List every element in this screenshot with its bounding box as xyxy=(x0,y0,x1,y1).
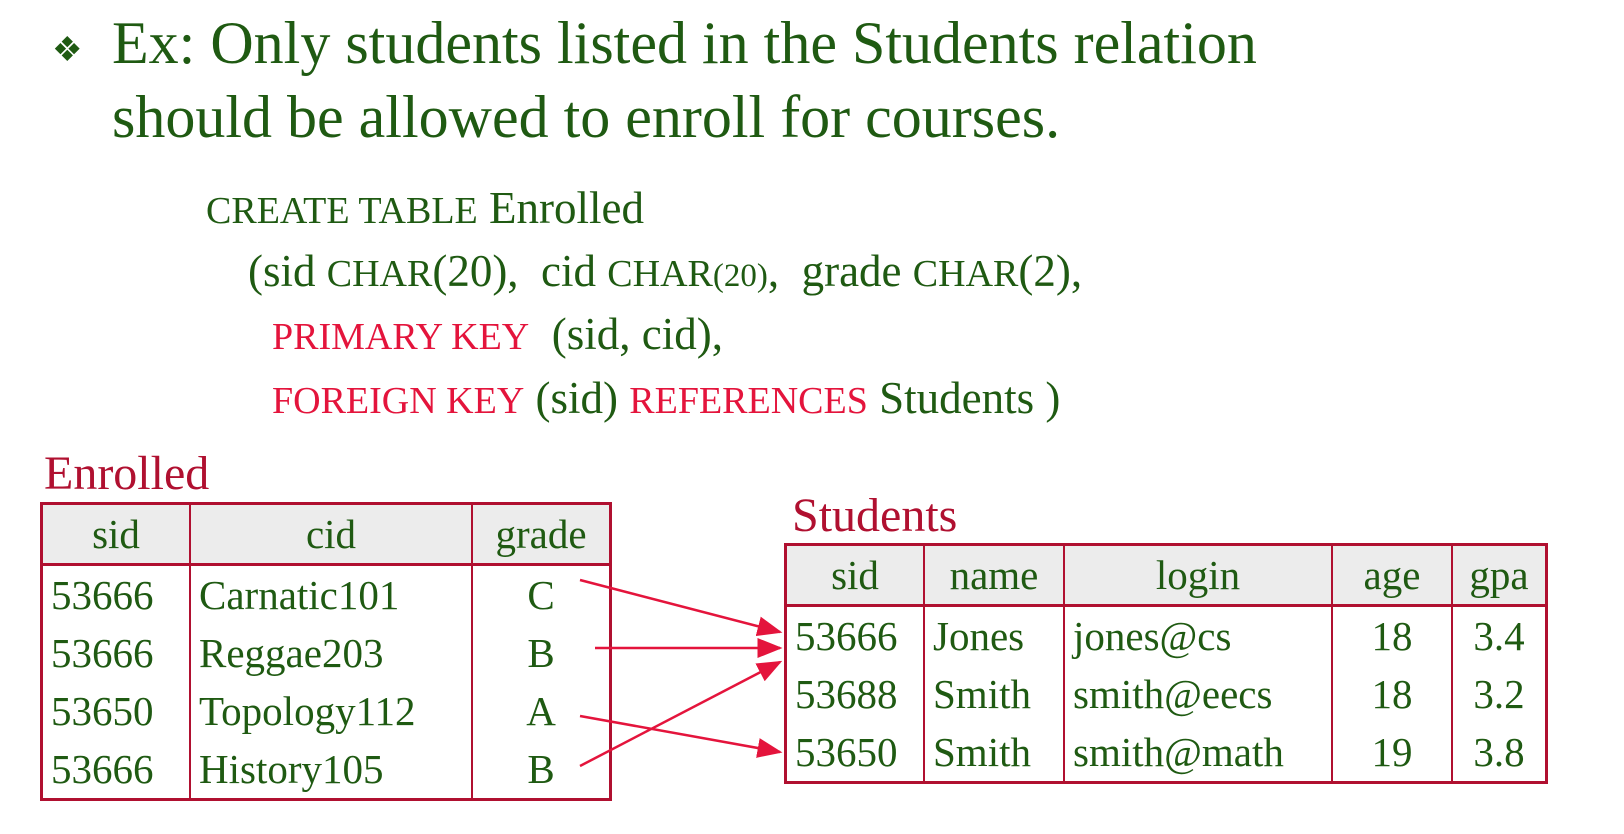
fk-arrow-row-1 xyxy=(579,578,783,637)
fk-arrow-row-3 xyxy=(579,714,783,758)
foreign-key-arrows xyxy=(579,578,783,768)
fk-arrow-row-4 xyxy=(579,660,783,768)
